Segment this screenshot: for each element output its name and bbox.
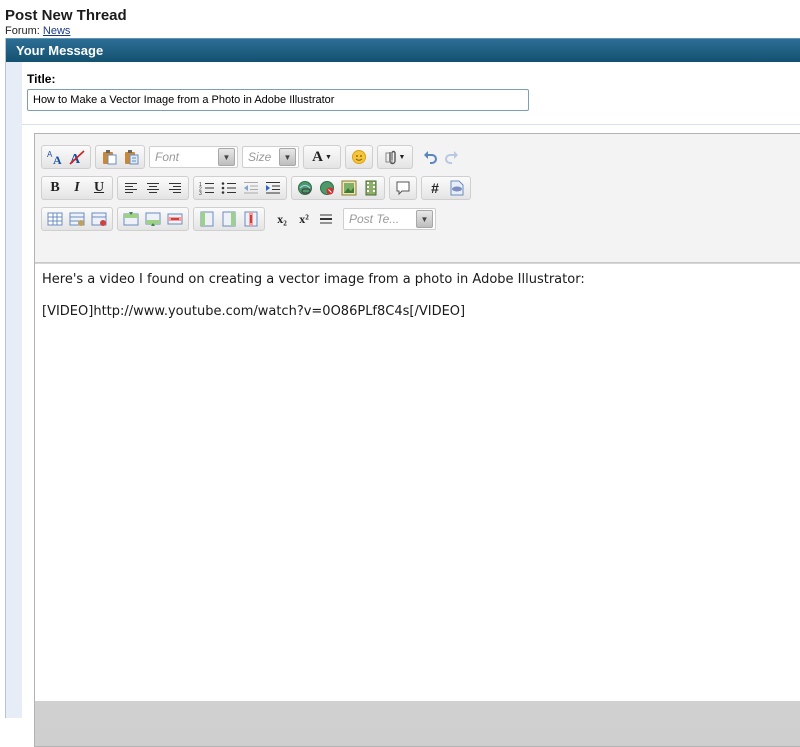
paste-as-text-icon[interactable] [121,147,141,167]
forum-link[interactable]: News [43,25,71,37]
toolbar-group-attach: ▼ [377,145,413,169]
delete-column-icon[interactable] [241,209,261,229]
horizontal-rule-icon[interactable] [316,209,336,229]
paste-icon[interactable] [99,147,119,167]
align-center-icon[interactable] [143,178,163,198]
align-right-icon[interactable] [165,178,185,198]
insert-column-right-icon[interactable] [219,209,239,229]
unordered-list-icon[interactable] [219,178,239,198]
toolbar-group-color: A ▼ [303,145,341,169]
redo-icon[interactable] [442,147,462,167]
size-select-label: Size [248,150,272,164]
align-left-icon[interactable] [121,178,141,198]
insert-table-icon[interactable] [45,209,65,229]
toolbar-group-rows [117,207,189,231]
ordered-list-icon[interactable]: 123 [197,178,217,198]
page-title: Post New Thread [5,7,127,24]
indent-icon[interactable] [263,178,283,198]
toolbar-group-mode: AA A [41,145,91,169]
title-input[interactable]: How to Make a Vector Image from a Photo … [27,89,529,111]
video-icon[interactable] [361,178,381,198]
editor-resize-bar[interactable] [35,701,800,729]
font-select-label: Font [155,150,180,164]
font-color-label: A [312,148,323,165]
insert-row-above-icon[interactable] [121,209,141,229]
message-line-2: [VIDEO]http://www.youtube.com/watch?v=0O… [42,304,466,319]
underline-button[interactable]: U [89,178,109,198]
superscript-button[interactable]: x² [294,209,314,229]
post-template-label: Post Te... [349,212,400,226]
size-select[interactable]: Size ▼ [242,146,299,168]
message-editor: AA A Font [34,133,800,747]
post-template-select[interactable]: Post Te... ▼ [343,208,436,230]
table-properties-icon[interactable] [67,209,87,229]
image-icon[interactable] [339,178,359,198]
chevron-down-icon: ▼ [218,148,235,166]
undo-icon[interactable] [420,147,440,167]
italic-button[interactable]: I [67,178,87,198]
outdent-icon[interactable] [241,178,261,198]
font-color-icon[interactable]: A ▼ [307,147,337,167]
attachment-icon[interactable]: ▼ [381,147,409,167]
toolbar-group-table [41,207,113,231]
toolbar-group-lists: 123 [193,176,287,200]
toolbar-group-code: # [421,176,471,200]
toolbar-group-cols [193,207,265,231]
delete-table-icon[interactable] [89,209,109,229]
section-header: Your Message [6,38,800,62]
toolbar-group-style: B I U [41,176,113,200]
toolbar-group-quote [389,176,417,200]
title-label: Title: [27,72,56,86]
svg-text:A: A [53,153,62,165]
toolbar-group-insert [291,176,385,200]
toolbar-group-smilie [345,145,373,169]
font-select[interactable]: Font ▼ [149,146,238,168]
php-icon[interactable] [447,178,467,198]
toolbar-group-paste [95,145,145,169]
chevron-down-icon: ▼ [279,148,296,166]
divider [22,124,800,125]
message-panel: Title: How to Make a Vector Image from a… [22,62,800,747]
message-line-1: Here's a video I found on creating a vec… [42,272,585,287]
bold-button[interactable]: B [45,178,65,198]
message-textarea[interactable]: Here's a video I found on creating a vec… [35,263,800,702]
svg-text:3: 3 [199,191,202,195]
toolbar-group-history [417,146,465,168]
chevron-down-icon: ▼ [398,153,406,161]
chevron-down-icon: ▼ [324,153,332,161]
quote-icon[interactable] [393,178,413,198]
insert-column-left-icon[interactable] [197,209,217,229]
unlink-icon[interactable] [317,178,337,198]
switch-editor-mode-icon[interactable]: AA [45,147,65,167]
subscript-button[interactable]: x₂ [272,209,292,229]
section-header-label: Your Message [16,43,104,58]
link-icon[interactable] [295,178,315,198]
toolbar-group-align [117,176,189,200]
forum-prefix: Forum: [5,25,40,37]
chevron-down-icon: ▼ [416,210,433,228]
insert-row-below-icon[interactable] [143,209,163,229]
delete-row-icon[interactable] [165,209,185,229]
message-section: Your Message Title: How to Make a Vector… [5,38,800,747]
remove-formatting-icon[interactable]: A [67,147,87,167]
smilie-icon[interactable] [349,147,369,167]
toolbar-group-script: x₂ x² [269,208,339,230]
editor-toolbar: AA A Font [35,134,800,263]
forum-breadcrumb: Forum: News [5,25,70,37]
code-button[interactable]: # [425,178,445,198]
